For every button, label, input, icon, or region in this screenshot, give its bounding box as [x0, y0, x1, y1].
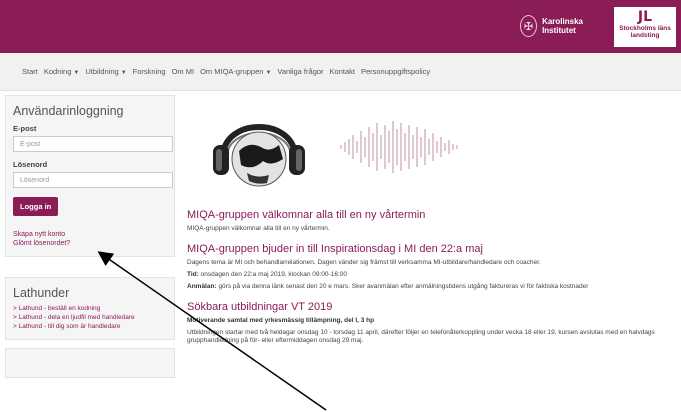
lathunder-panel: Lathunder > Lathund - beställ en kodning… [5, 277, 175, 340]
email-field[interactable]: E-post [13, 136, 173, 152]
ki-logo-text: Karolinska Institutet [542, 17, 583, 35]
nav-start[interactable]: Start [22, 67, 38, 76]
signup-label: Anmälan: [187, 283, 217, 290]
nav-utbildning[interactable]: Utbildning ▼ [85, 67, 126, 76]
signup-text: görs på via denna länk senast den 20 e m… [218, 283, 589, 290]
time-label: Tid: [187, 271, 199, 278]
nav-kodning[interactable]: Kodning ▼ [44, 67, 79, 76]
site-header: ✠ Karolinska Institutet JL Stockholms lä… [0, 0, 681, 53]
login-button[interactable]: Logga in [13, 197, 59, 216]
caret-down-icon: ▼ [265, 70, 272, 76]
sll-logo[interactable]: JL Stockholms läns landsting [614, 7, 676, 47]
nav-forskning[interactable]: Forskning [133, 67, 166, 76]
post-signup: Anmälan: görs på via denna länk senast d… [187, 283, 681, 291]
nav-vanliga-fragor[interactable]: Vanliga frågor [277, 67, 323, 76]
lathunder-link[interactable]: > Lathund - beställ en kodning [13, 304, 167, 313]
main-content: MIQA-gruppen välkomnar alla till en ny v… [187, 95, 681, 345]
post-text: Dagens tema är MI och behandlarrelatione… [187, 259, 541, 266]
post-title-link[interactable]: MIQA-gruppen välkomnar alla till en ny v… [187, 209, 681, 221]
sidebar: Användarinloggning E-post E-post Lösenor… [5, 95, 175, 378]
post-subtitle: Motiverande samtal med yrkesmässig tillä… [187, 317, 375, 324]
caret-down-icon: ▼ [120, 70, 127, 76]
nav-om-miqa[interactable]: Om MIQA-gruppen ▼ [200, 67, 271, 76]
nav-om-mi[interactable]: Om MI [172, 67, 195, 76]
create-account-link[interactable]: Skapa nytt konto [13, 230, 167, 239]
soundwave-graphic [340, 121, 458, 173]
forgot-password-link[interactable]: Glömt lösenordet? [13, 239, 167, 248]
password-label: Lösenord [13, 160, 48, 169]
post-text: Utbildningen startar med två heldagar on… [187, 329, 655, 344]
sll-logo-text: Stockholms läns landsting [619, 25, 671, 39]
post-title-link[interactable]: MIQA-gruppen bjuder in till Inspirations… [187, 243, 681, 255]
post-text: MIQA-gruppen välkomnar alla till en ny v… [187, 225, 330, 232]
ki-seal-icon: ✠ [520, 15, 538, 37]
lathunder-link[interactable]: > Lathund - till dig som är handledare [13, 322, 167, 331]
lathunder-link[interactable]: > Lathund - dela en ljudfil med handleda… [13, 313, 167, 322]
sidebar-panel-partial [5, 348, 175, 378]
nav-kontakt[interactable]: Kontakt [330, 67, 355, 76]
email-label: E-post [13, 124, 37, 133]
headphones-globe-icon [213, 124, 305, 187]
nav-personuppgiftspolicy[interactable]: Personuppgiftspolicy [361, 67, 430, 76]
post-title-link[interactable]: Sökbara utbildningar VT 2019 [187, 301, 681, 313]
hero-banner [187, 95, 681, 205]
sll-mark-icon: JL [637, 9, 653, 25]
password-field[interactable]: Lösenord [13, 172, 173, 188]
main-nav: Start Kodning ▼ Utbildning ▼ Forskning Om … [0, 53, 681, 91]
login-title: Användarinloggning [13, 104, 124, 118]
lathunder-title: Lathunder [13, 286, 70, 300]
caret-down-icon: ▼ [73, 70, 80, 76]
karolinska-logo[interactable]: ✠ Karolinska Institutet [520, 10, 600, 42]
post-time: Tid: onsdagen den 22:a maj 2019, klockan… [187, 271, 681, 279]
login-panel: Användarinloggning E-post E-post Lösenor… [5, 95, 175, 257]
time-text: onsdagen den 22:a maj 2019, klockan 09:0… [200, 271, 347, 278]
